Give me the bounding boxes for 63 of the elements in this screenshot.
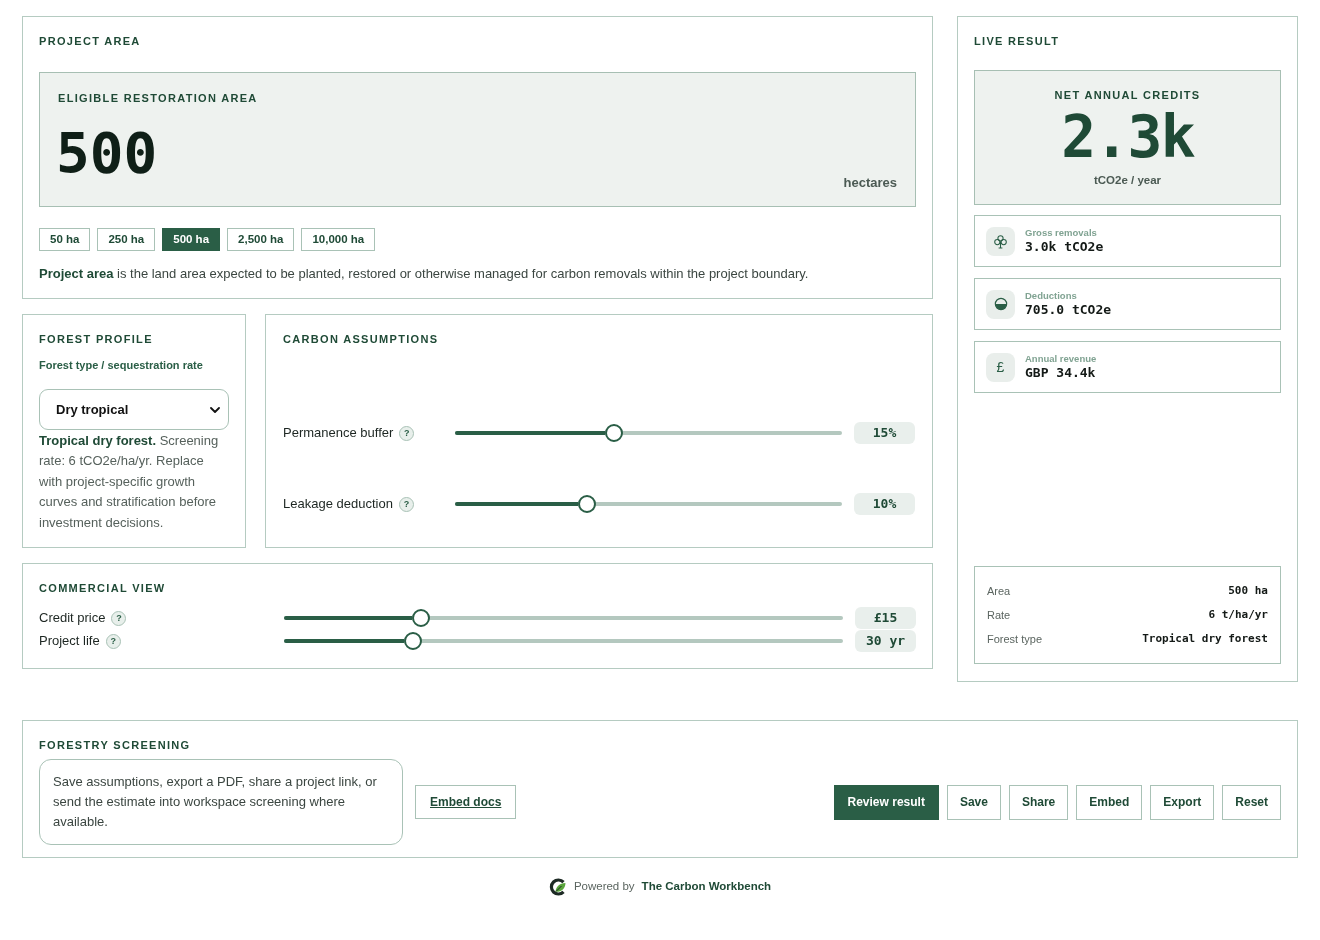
summary-value: 500 ha	[1228, 582, 1268, 599]
metric-value: 3.0k tCO2e	[1025, 239, 1104, 255]
slider-value: 10%	[854, 493, 915, 515]
summary-value: 6 t/ha/yr	[1208, 606, 1268, 623]
slider-value: £15	[855, 607, 916, 629]
summary-label: Forest type	[987, 631, 1043, 647]
logo-icon	[548, 878, 567, 896]
help-hint[interactable]: ?	[398, 496, 414, 512]
slider-thumb[interactable]	[411, 609, 430, 627]
area-preset[interactable]: 500 ha	[162, 228, 221, 251]
section-title: COMMERCIAL VIEW	[39, 581, 167, 595]
metric-value: GBP 34.4k	[1025, 365, 1097, 381]
tree-icon	[986, 226, 1015, 256]
screening-note: Save assumptions, export a PDF, share a project link, or send the estimate into workspace screening where available.	[39, 759, 403, 845]
action-button[interactable]: Embed	[1076, 784, 1143, 820]
area-unit: hectares	[843, 175, 897, 191]
slider-label: Leakage deduction	[283, 495, 393, 514]
area-value: 500	[56, 125, 158, 181]
slider-thumb[interactable]	[604, 424, 623, 442]
section-title: PROJECT AREA	[39, 34, 142, 48]
metric-label: Gross removals	[1025, 227, 1098, 239]
action-button[interactable]: Share	[1008, 784, 1069, 820]
summary-label: Area	[987, 583, 1011, 599]
slider-label: Credit price	[39, 609, 106, 628]
pound-sign: £	[986, 352, 1015, 382]
slider-label: Permanence buffer	[283, 424, 394, 443]
help-hint[interactable]: ?	[399, 425, 415, 441]
help-hint[interactable]: ?	[105, 633, 121, 649]
section-title: CARBON ASSUMPTIONS	[283, 332, 440, 346]
powered-by-text: Powered by	[573, 879, 635, 895]
area-preset[interactable]: 2,500 ha	[227, 228, 295, 251]
section-title: FOREST PROFILE	[39, 332, 154, 346]
action-button[interactable]: Save	[946, 784, 1001, 820]
field-label: Forest type / sequestration rate	[39, 358, 204, 372]
metric-label: Annual revenue	[1025, 353, 1097, 365]
chevron-down-icon	[210, 406, 220, 413]
forest-description: Tropical dry forest. Screening rate: 6 tCO2e/ha/yr. Replace with project-specific growth curves and stratification before investment decisions.	[39, 432, 220, 532]
slider-value: 30 yr	[855, 630, 916, 652]
summary-value: Tropical dry forest	[1142, 630, 1268, 647]
area-preset[interactable]: 50 ha	[39, 228, 91, 251]
metric-label: Deductions	[1025, 290, 1078, 302]
headline-label: NET ANNUAL CREDITS	[1054, 88, 1201, 102]
slider-thumb[interactable]	[577, 495, 596, 513]
area-preset[interactable]: 250 ha	[97, 228, 156, 251]
headline-value: 2.3k	[1061, 108, 1194, 166]
action-button[interactable]: Review result	[833, 784, 939, 820]
help-hint[interactable]: ?	[111, 610, 127, 626]
area-preset[interactable]: 10,000 ha	[301, 228, 376, 251]
slider-value: 15%	[854, 422, 915, 444]
docs-link[interactable]: Embed docs	[415, 785, 517, 819]
brand-link[interactable]: The Carbon Workbench	[641, 878, 772, 896]
section-title: FORESTRY SCREENING	[39, 738, 192, 752]
headline-unit: tCO2e / year	[1093, 173, 1162, 187]
forest-type-dropdown[interactable]: Dry tropical	[39, 389, 229, 430]
slider-label: Project life	[39, 632, 100, 651]
slider-thumb[interactable]	[403, 632, 422, 650]
metric-value: 705.0 tCO2e	[1025, 302, 1112, 318]
section-title: LIVE RESULT	[974, 34, 1061, 48]
summary-label: Rate	[987, 607, 1011, 623]
area-description: Project area is the land area expected to be planted, restored or otherwise managed for carbon removals within the project boundary.	[39, 265, 810, 283]
action-button[interactable]: Export	[1150, 784, 1215, 820]
action-button[interactable]: Reset	[1222, 784, 1281, 820]
display-label: ELIGIBLE RESTORATION AREA	[58, 91, 259, 105]
